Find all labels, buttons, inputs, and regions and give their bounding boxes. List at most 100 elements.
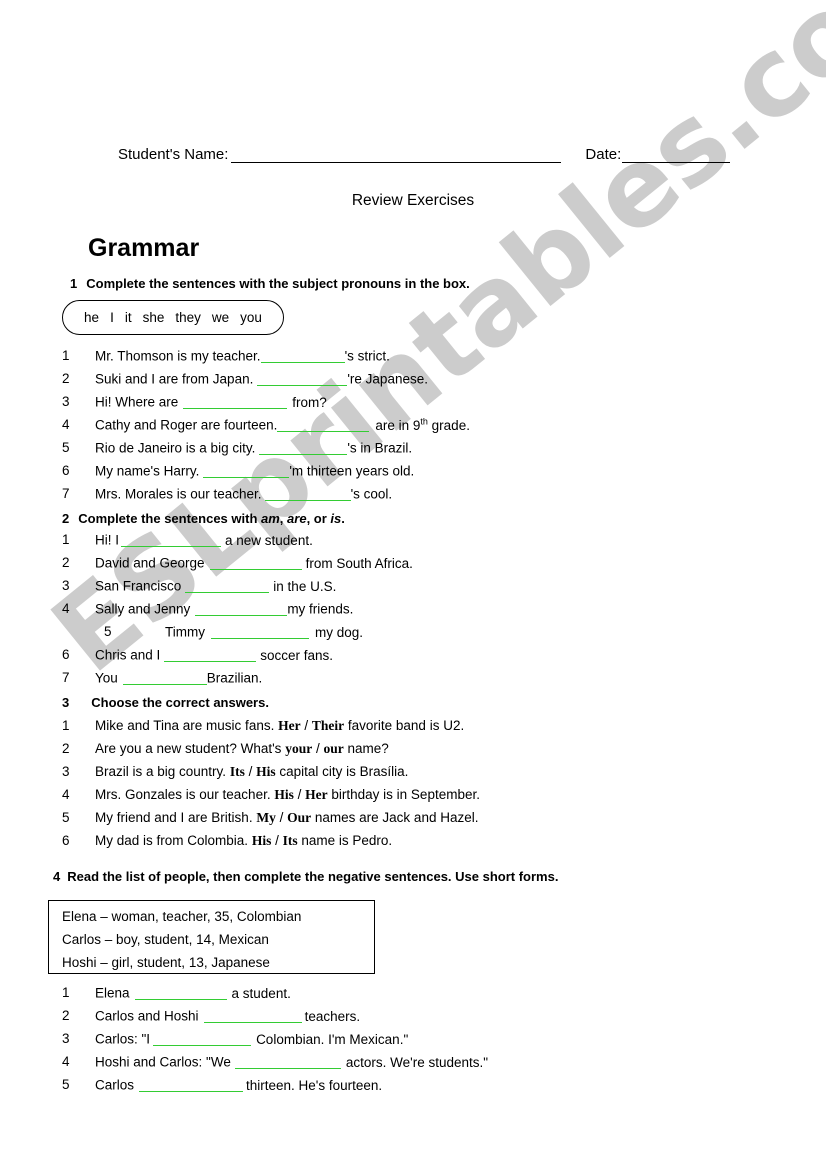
answer-blank[interactable]: [134, 986, 227, 1000]
answer-blank[interactable]: [260, 349, 345, 363]
item-text-before: Elena: [95, 985, 130, 1001]
exercise-3-item-3: 3 Brazil is a big country. Its / His capi…: [62, 764, 409, 779]
exercise-1-item-7: 7 Mrs. Morales is our teacher. 's cool.: [62, 487, 392, 501]
exercise-2-heading-mid-2: , or: [306, 511, 331, 526]
item-text-before: Mrs. Morales is our teacher.: [95, 486, 262, 502]
item-number: 5: [62, 440, 70, 455]
item-text-before: My friend and I are British.: [95, 810, 253, 825]
choice-option-b[interactable]: Its: [283, 833, 298, 848]
answer-blank[interactable]: [121, 533, 222, 547]
exercise-3-item-6: 6 My dad is from Colombia. His / Its name…: [62, 833, 393, 848]
item-text-after: my friends.: [287, 601, 354, 617]
item-text-before: Sally and Jenny: [95, 601, 191, 617]
answer-blank[interactable]: [209, 556, 302, 570]
choice-option-a[interactable]: His: [274, 787, 294, 802]
exercise-4-item-3: 3 Carlos: "I Colombian. I'm Mexican.": [62, 1032, 408, 1046]
choice-option-a[interactable]: My: [256, 810, 276, 825]
item-number: 6: [62, 833, 70, 848]
word-box-item-you: you: [240, 310, 262, 325]
exercise-3-heading-text: Choose the correct answers.: [91, 695, 269, 710]
exercise-1-item-2: 2 Suki and I are from Japan. 're Japanese.: [62, 372, 428, 386]
date-label: Date:: [585, 146, 622, 163]
item-number: 5: [62, 1077, 70, 1092]
answer-blank[interactable]: [195, 602, 288, 616]
item-text-after: teachers.: [304, 1008, 361, 1024]
item-number: 4: [62, 601, 70, 616]
answer-blank[interactable]: [211, 625, 309, 639]
answer-blank[interactable]: [139, 1078, 244, 1092]
exercise-1-number: 1: [70, 276, 78, 291]
student-name-blank[interactable]: [231, 149, 562, 163]
item-text-before: My dad is from Colombia.: [95, 833, 249, 848]
exercise-4-number: 4: [53, 869, 61, 884]
answer-blank[interactable]: [277, 418, 370, 432]
exercise-1-heading: 1 Complete the sentences with the subject…: [70, 276, 470, 291]
answer-blank[interactable]: [259, 441, 348, 455]
item-text-before: Mr. Thomson is my teacher.: [95, 348, 261, 364]
choice-option-a[interactable]: His: [252, 833, 272, 848]
item-text-after: are in 9th grade.: [375, 416, 470, 433]
exercise-3-item-5: 5 My friend and I are British. My / Our n…: [62, 810, 479, 825]
item-text-before: Are you a new student? What's: [95, 741, 282, 756]
answer-blank[interactable]: [183, 395, 288, 409]
word-box-item-we: we: [211, 310, 230, 325]
exercise-2-item-6: 6 Chris and I soccer fans.: [62, 648, 333, 662]
people-list-box: Elena – woman, teacher, 35, Colombian Ca…: [48, 900, 375, 974]
date-blank[interactable]: [622, 149, 731, 163]
word-box-item-i: I: [110, 310, 114, 325]
item-text-before: Carlos: [95, 1077, 135, 1093]
item-number: 1: [62, 985, 70, 1000]
exercise-1-item-3: 3 Hi! Where are from?: [62, 395, 327, 409]
exercise-3-number: 3: [62, 695, 70, 710]
exercise-2-heading-mid-1: ,: [279, 511, 288, 526]
item-number: 4: [62, 417, 70, 432]
word-box-item-they: they: [175, 310, 201, 325]
item-number: 1: [62, 532, 70, 547]
section-title-grammar: Grammar: [88, 234, 200, 262]
people-list-item-hoshi: Hoshi – girl, student, 13, Japanese: [62, 955, 270, 970]
choice-option-a[interactable]: your: [285, 741, 312, 756]
choice-option-b[interactable]: our: [323, 741, 343, 756]
answer-blank[interactable]: [257, 372, 348, 386]
people-list-item-elena: Elena – woman, teacher, 35, Colombian: [62, 909, 302, 924]
item-text-before: Suki and I are from Japan.: [95, 371, 254, 387]
answer-blank[interactable]: [185, 579, 270, 593]
item-text-after: capital city is Brasília.: [279, 764, 409, 779]
answer-blank[interactable]: [122, 671, 207, 685]
answer-blank[interactable]: [234, 1055, 341, 1069]
item-number: 5: [104, 624, 112, 639]
exercise-2-heading-post: .: [341, 511, 345, 526]
item-text-after: thirteen. He's fourteen.: [246, 1077, 383, 1093]
exercise-2-item-7: 7 You Brazilian.: [62, 671, 262, 685]
answer-blank[interactable]: [264, 487, 351, 501]
item-number: 6: [62, 463, 70, 478]
item-text-after: from?: [292, 394, 327, 410]
answer-blank[interactable]: [153, 1032, 252, 1046]
exercise-2-item-4: 4 Sally and Jenny my friends.: [62, 602, 353, 616]
choice-option-b[interactable]: Our: [287, 810, 311, 825]
pronoun-word-box: he I it she they we you: [62, 300, 284, 335]
choice-option-a[interactable]: Its: [230, 764, 245, 779]
item-text-before: Chris and I: [95, 647, 161, 663]
answer-blank[interactable]: [203, 1009, 302, 1023]
exercise-4-item-4: 4 Hoshi and Carlos: "We actors. We're stud…: [62, 1055, 488, 1069]
exercise-4-heading: 4 Read the list of people, then complete …: [53, 869, 558, 884]
item-number: 3: [62, 394, 70, 409]
exercise-4-item-5: 5 Carlos thirteen. He's fourteen.: [62, 1078, 382, 1092]
choice-option-b[interactable]: His: [256, 764, 276, 779]
item-number: 6: [62, 647, 70, 662]
item-text-before: Rio de Janeiro is a big city.: [95, 440, 256, 456]
answer-blank[interactable]: [164, 648, 257, 662]
exercise-2-italic-is: is: [330, 511, 342, 526]
choice-option-b[interactable]: Her: [305, 787, 328, 802]
item-text-after: a student.: [231, 985, 291, 1001]
exercise-1-item-6: 6 My name's Harry. 'm thirteen years old.: [62, 464, 414, 478]
people-list-item-carlos: Carlos – boy, student, 14, Mexican: [62, 932, 269, 947]
item-text-after: Brazilian.: [206, 670, 263, 686]
choice-option-a[interactable]: Her: [278, 718, 301, 733]
item-text-after: my dog.: [315, 624, 364, 640]
choice-option-b[interactable]: Their: [312, 718, 344, 733]
item-number: 3: [62, 764, 70, 779]
item-text-before: David and George: [95, 555, 205, 571]
answer-blank[interactable]: [203, 464, 290, 478]
